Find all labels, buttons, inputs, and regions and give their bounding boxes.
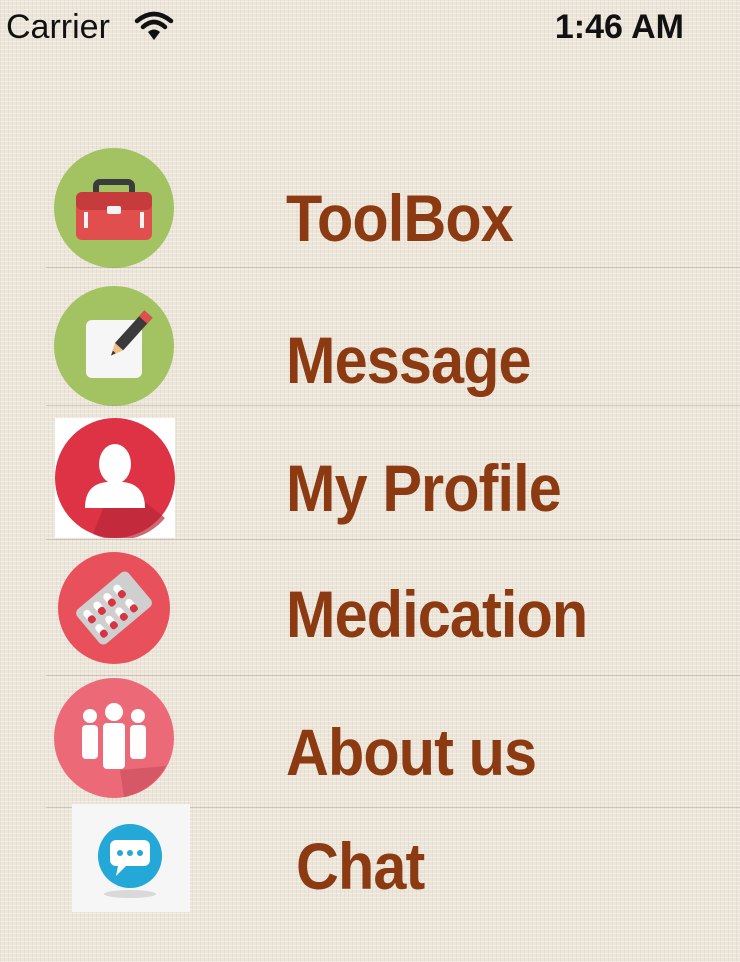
menu-item-chat[interactable]: Chat xyxy=(46,804,740,936)
menu-item-label: ToolBox xyxy=(286,181,514,255)
carrier-label: Carrier xyxy=(6,8,110,46)
pill-blister-icon xyxy=(58,552,178,672)
row-divider xyxy=(46,267,740,268)
status-bar: Carrier 1:46 AM xyxy=(0,0,740,56)
menu-item-label: My Profile xyxy=(286,451,562,525)
menu-item-about-us[interactable]: About us xyxy=(46,678,740,808)
menu-item-my-profile[interactable]: My Profile xyxy=(46,412,740,540)
wifi-icon xyxy=(134,11,174,40)
chat-bubble-icon xyxy=(72,804,190,912)
user-profile-icon xyxy=(55,418,175,540)
group-people-icon xyxy=(54,678,174,798)
menu-item-medication[interactable]: Medication xyxy=(46,548,740,676)
menu-item-toolbox[interactable]: ToolBox xyxy=(46,140,740,268)
menu-item-label: Chat xyxy=(296,829,425,903)
menu-item-label: Message xyxy=(286,323,532,397)
row-divider xyxy=(46,405,740,406)
toolbox-icon xyxy=(54,148,174,268)
menu-item-label: Medication xyxy=(286,577,588,651)
row-divider xyxy=(46,539,740,540)
menu-item-message[interactable]: Message xyxy=(46,278,740,406)
clock-time: 1:46 AM xyxy=(554,8,684,46)
compose-message-icon xyxy=(54,286,174,406)
row-divider xyxy=(46,675,740,676)
menu-item-label: About us xyxy=(286,715,537,789)
